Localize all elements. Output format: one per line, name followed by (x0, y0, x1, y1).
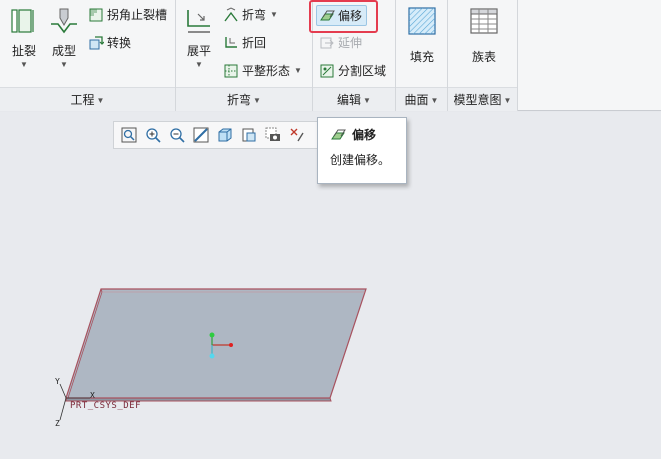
csys-y-label: Y (55, 377, 60, 386)
model-view[interactable] (0, 0, 661, 459)
csys-x-label: X (90, 391, 95, 400)
csys-label[interactable]: PRT_CSYS_DEF (70, 401, 141, 411)
csys-z-label: Z (55, 419, 60, 428)
sheetmetal-part[interactable] (65, 288, 367, 399)
